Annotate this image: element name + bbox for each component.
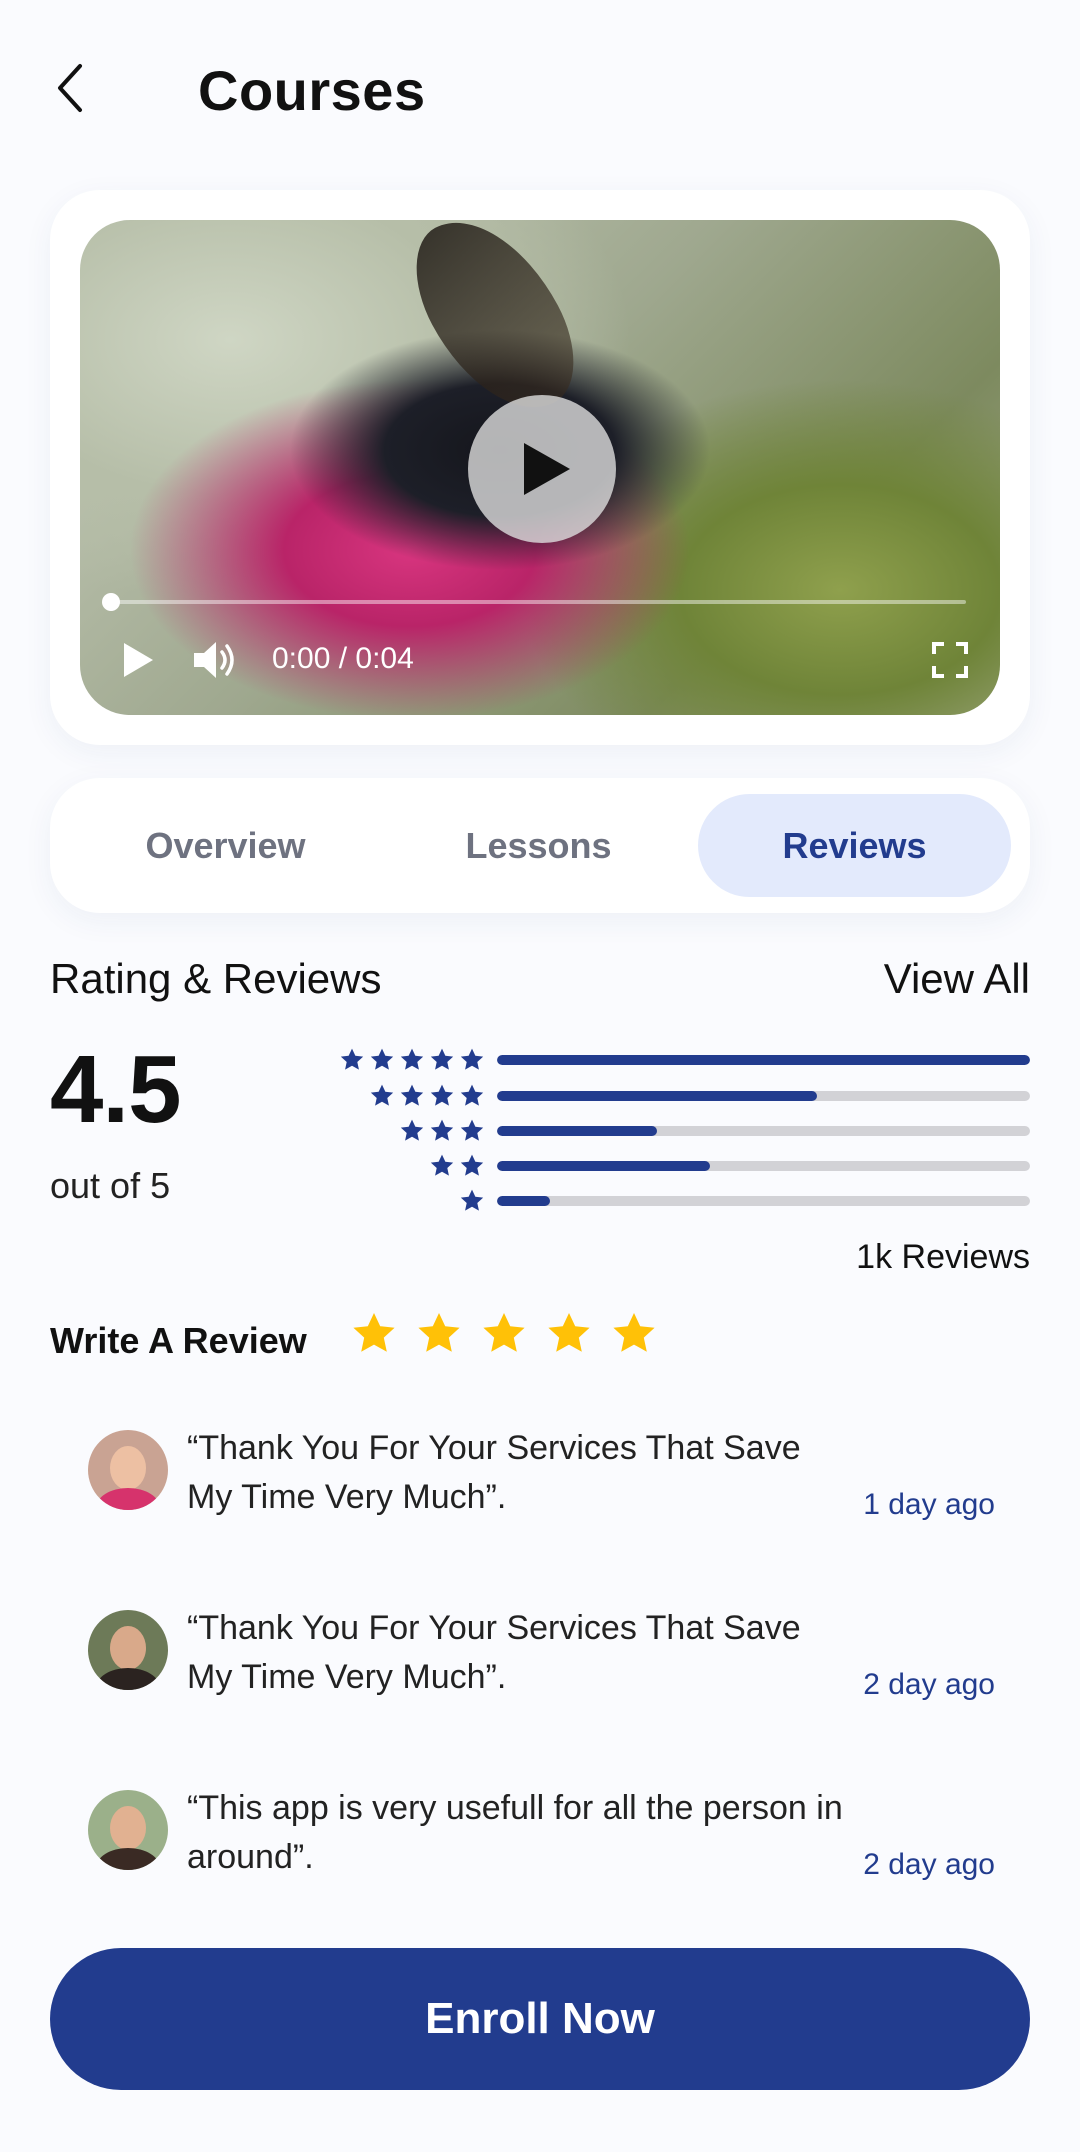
rating-bar-fill (497, 1091, 817, 1101)
rating-bar-fill (497, 1196, 551, 1206)
rating-row (0, 1186, 1080, 1216)
rating-row (0, 1116, 1080, 1146)
review-item: “Thank You For Your Services That Save M… (0, 1609, 1080, 1720)
star-icon (460, 1154, 484, 1176)
rating-bar (497, 1196, 1030, 1206)
rating-row-stars (429, 1151, 485, 1181)
rating-row-stars (399, 1116, 485, 1146)
tab-reviews[interactable]: Reviews (698, 794, 1011, 897)
video-card: 0:00 / 0:04 (50, 190, 1030, 745)
star-icon[interactable] (415, 1310, 463, 1358)
avatar (88, 1430, 168, 1510)
rating-row-stars (339, 1045, 485, 1075)
rating-row (0, 1045, 1080, 1075)
rating-row (0, 1151, 1080, 1181)
star-icon (430, 1084, 454, 1106)
star-icon (400, 1084, 424, 1106)
star-icon (400, 1048, 424, 1070)
rating-bar (497, 1126, 1030, 1136)
tab-bar: Overview Lessons Reviews (50, 778, 1030, 913)
rating-bar-fill (497, 1161, 711, 1171)
page-title: Courses (198, 59, 426, 122)
star-icon (460, 1119, 484, 1141)
star-icon (370, 1048, 394, 1070)
video-player[interactable]: 0:00 / 0:04 (80, 220, 1000, 715)
fullscreen-icon[interactable] (930, 640, 970, 680)
star-icon (460, 1084, 484, 1106)
star-icon (430, 1048, 454, 1070)
review-item: “Thank You For Your Services That Save M… (0, 1429, 1080, 1540)
rating-bar (497, 1055, 1030, 1065)
review-text: “This app is very usefull for all the pe… (187, 1789, 843, 1876)
rating-bar (497, 1091, 1030, 1101)
star-icon (460, 1048, 484, 1070)
seek-handle[interactable] (102, 593, 120, 611)
section-title: Rating & Reviews (50, 955, 382, 1002)
star-icon (400, 1119, 424, 1141)
review-count: 1k Reviews (856, 1238, 1030, 1276)
rating-row-stars (459, 1186, 485, 1216)
avatar (88, 1790, 168, 1870)
write-review-stars (350, 1310, 658, 1358)
avatar (88, 1610, 168, 1690)
play-icon (524, 443, 570, 495)
star-icon (340, 1048, 364, 1070)
seek-bar[interactable] (106, 600, 966, 604)
back-button[interactable] (50, 60, 110, 130)
star-icon (430, 1119, 454, 1141)
star-icon (370, 1084, 394, 1106)
rating-bar (497, 1161, 1030, 1171)
play-overlay-button[interactable] (468, 395, 616, 543)
rating-row (0, 1081, 1080, 1111)
header: Courses (0, 0, 1080, 190)
star-icon[interactable] (545, 1310, 593, 1358)
star-icon[interactable] (610, 1310, 658, 1358)
star-icon (430, 1154, 454, 1176)
write-review-label: Write A Review (50, 1320, 307, 1361)
video-time: 0:00 / 0:04 (272, 642, 414, 675)
review-text: “Thank You For Your Services That Save M… (187, 1609, 801, 1696)
rating-row-stars (369, 1081, 485, 1111)
star-icon (460, 1189, 484, 1211)
tab-lessons[interactable]: Lessons (382, 794, 695, 897)
review-date: 2 day ago (863, 1668, 995, 1701)
view-all-link[interactable]: View All (884, 955, 1030, 1003)
rating-bar-fill (497, 1126, 657, 1136)
play-icon[interactable] (120, 640, 156, 680)
tab-overview[interactable]: Overview (69, 794, 382, 897)
review-date: 1 day ago (863, 1488, 995, 1521)
review-date: 2 day ago (863, 1848, 995, 1881)
review-text: “Thank You For Your Services That Save M… (187, 1429, 801, 1516)
review-item: “This app is very usefull for all the pe… (0, 1789, 1080, 1900)
star-icon[interactable] (350, 1310, 398, 1358)
volume-icon[interactable] (192, 638, 240, 682)
enroll-now-button[interactable]: Enroll Now (50, 1948, 1030, 2090)
chevron-left-icon (58, 64, 82, 112)
rating-bar-fill (497, 1055, 1030, 1065)
star-icon[interactable] (480, 1310, 528, 1358)
